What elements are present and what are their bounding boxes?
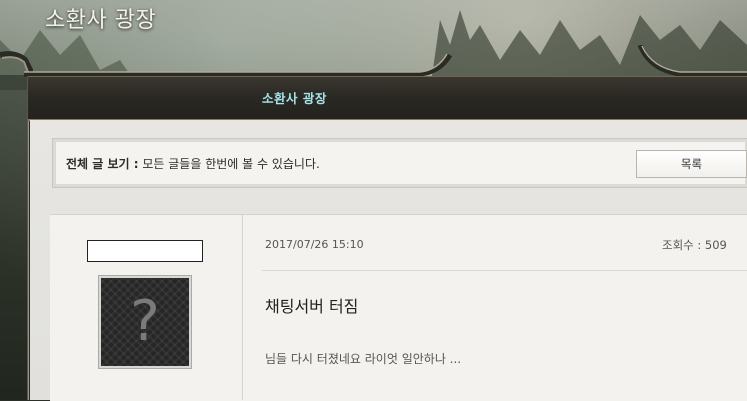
author-name-box	[87, 240, 203, 262]
header-bar	[28, 76, 747, 121]
notice-label: 전체 글 보기 :	[66, 157, 139, 171]
page-title: 소환사 광장	[45, 8, 157, 33]
post-title[interactable]: 채팅서버 터짐	[265, 293, 358, 317]
question-mark-icon: ?	[130, 289, 160, 354]
header-title: 소환사 광장	[262, 91, 327, 106]
notice-text: 전체 글 보기 : 모든 글들을 한번에 볼 수 있습니다.	[66, 155, 320, 172]
post-preview[interactable]: 님들 다시 터졌네요 라이엇 일안하나 ...	[265, 350, 461, 367]
post-date: 2017/07/26 15:10	[265, 238, 364, 251]
notice-description: 모든 글들을 한번에 볼 수 있습니다.	[142, 157, 320, 171]
divider	[262, 270, 747, 271]
list-button[interactable]: 목록	[636, 150, 747, 178]
post-views: 조회수 : 509	[662, 238, 727, 252]
